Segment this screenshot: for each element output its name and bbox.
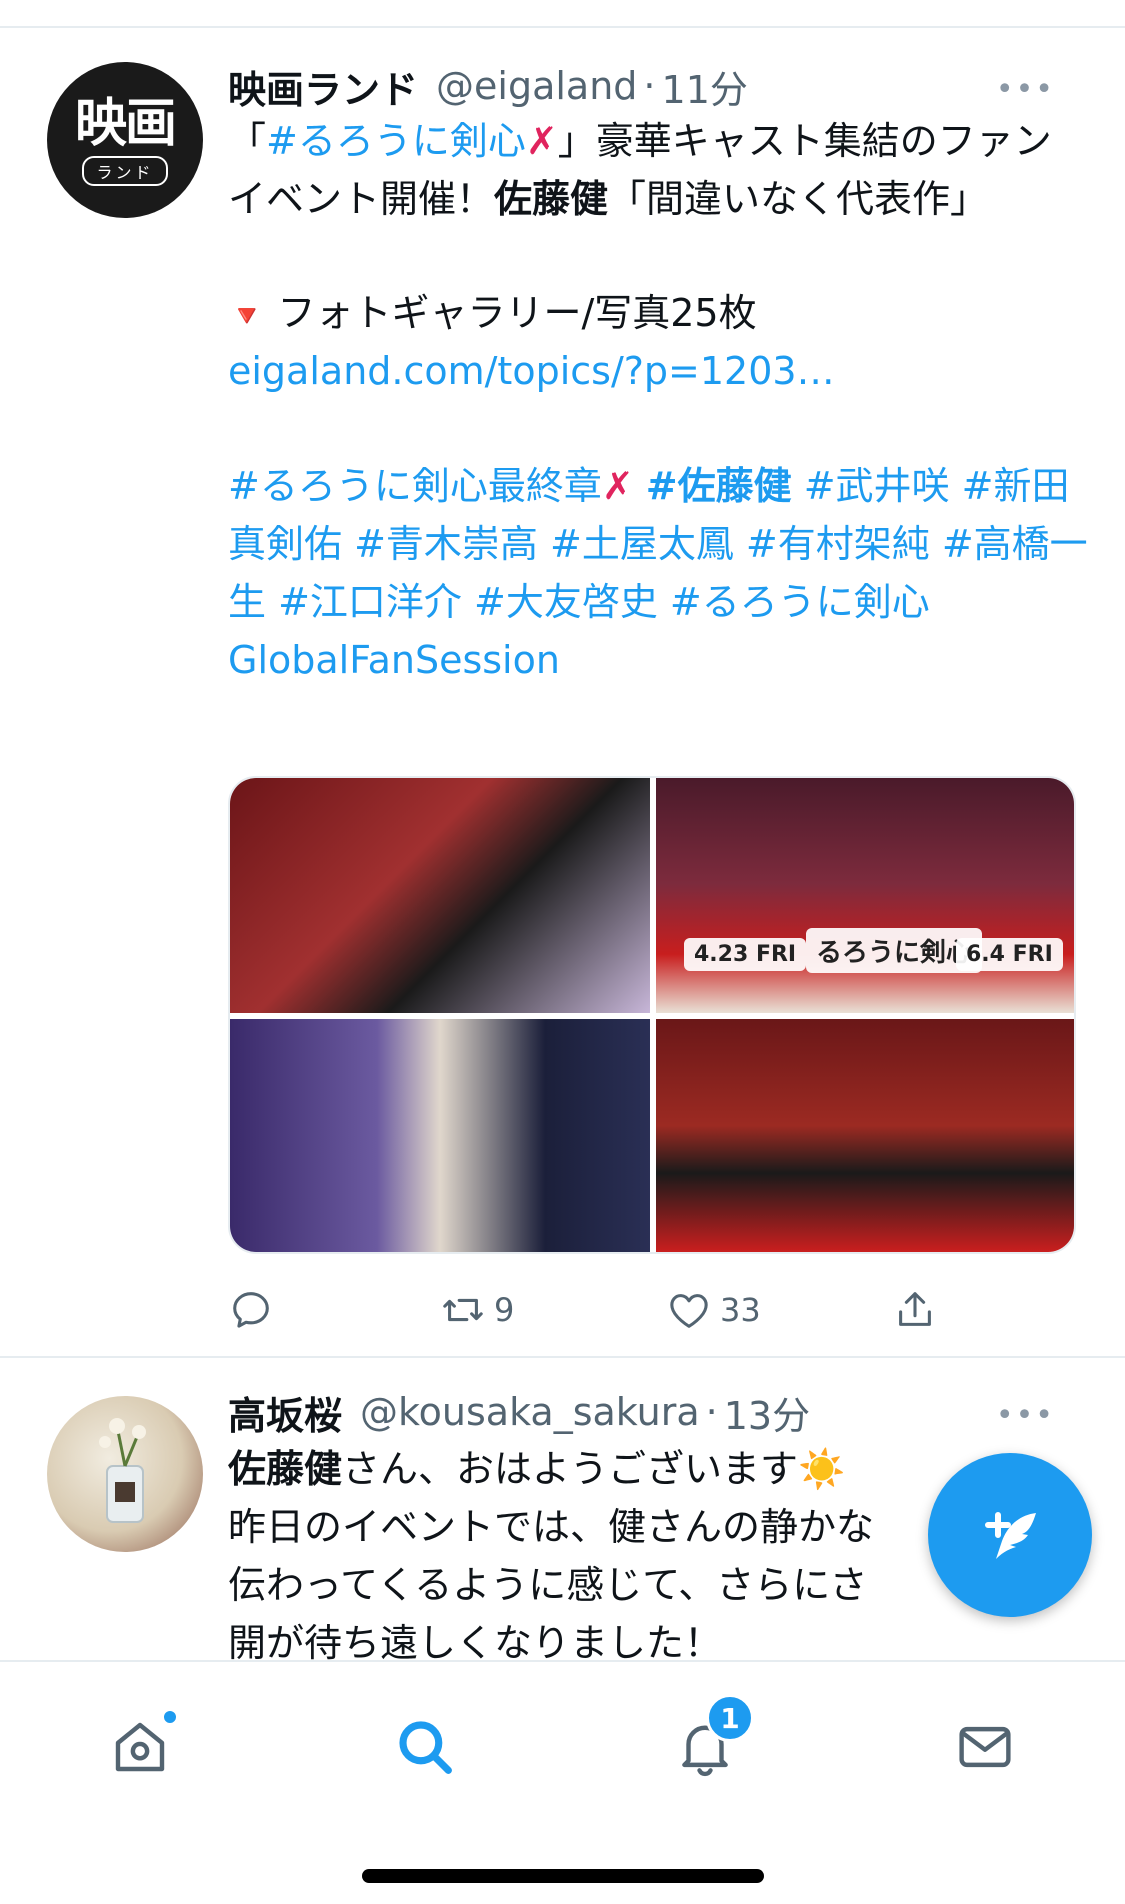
compose-feather-icon bbox=[985, 1512, 1036, 1559]
separator: · bbox=[643, 64, 656, 108]
cross-mark-icon: ✗ bbox=[601, 464, 634, 508]
separator: · bbox=[705, 1390, 718, 1434]
reply-icon bbox=[233, 1292, 269, 1328]
event-card-left: 4.23 FRI bbox=[684, 938, 807, 971]
url-link[interactable]: eigaland.com/topics/?p=1203… bbox=[228, 349, 835, 393]
gallery-text: フォトギャラリー/写真25枚 bbox=[265, 291, 757, 335]
reply-button[interactable] bbox=[228, 1280, 274, 1340]
bold-name: 佐藤健 bbox=[494, 177, 609, 221]
more-options-icon[interactable]: ••• bbox=[996, 72, 1055, 107]
text-segment: さん、おはようございます☀️ bbox=[342, 1447, 846, 1491]
hashtag-block: #るろうに剣心最終章✗ #佐藤健 #武井咲 #新田真剣佑 #青木崇高 #土屋太鳳… bbox=[228, 457, 1088, 689]
avatar-logo-text: 映画 bbox=[74, 94, 177, 154]
home-indicator bbox=[362, 1869, 764, 1883]
author-handle[interactable]: @kousaka_sakura bbox=[360, 1390, 700, 1434]
more-options-icon[interactable]: ••• bbox=[996, 1398, 1055, 1433]
notifications-badge: 1 bbox=[706, 1694, 754, 1742]
like-button[interactable]: 33 bbox=[666, 1280, 761, 1340]
avatar[interactable] bbox=[47, 1396, 203, 1552]
text-segment: 「 bbox=[228, 119, 267, 163]
search-icon bbox=[399, 1721, 452, 1774]
tab-notifications[interactable]: 1 bbox=[660, 1694, 754, 1792]
timestamp[interactable]: 11分 bbox=[662, 59, 748, 114]
retweet-count: 9 bbox=[494, 1291, 515, 1329]
home-icon bbox=[115, 1722, 165, 1772]
event-card-right: 6.4 FRI bbox=[956, 938, 1063, 971]
compose-tweet-button[interactable] bbox=[928, 1453, 1092, 1617]
author-name[interactable]: 高坂桜 bbox=[228, 1385, 342, 1440]
gallery-line: 🔻 フォトギャラリー/写真25枚 bbox=[228, 284, 1088, 346]
retweet-button[interactable]: 9 bbox=[440, 1280, 514, 1340]
photo-actor-waving[interactable] bbox=[230, 778, 650, 1013]
photo-cast-seated[interactable] bbox=[656, 1019, 1074, 1252]
share-button[interactable] bbox=[892, 1280, 938, 1340]
red-triangle-icon: 🔻 bbox=[228, 299, 266, 334]
bottom-tab-bar: 1 bbox=[0, 1660, 1125, 1904]
like-count: 33 bbox=[720, 1291, 761, 1329]
retweet-icon bbox=[443, 1298, 483, 1322]
tweet-text: 「#るろうに剣心✗」豪華キャスト集結のファンイベント開催！佐藤健「間違いなく代表… bbox=[228, 112, 1088, 228]
hashtag-link[interactable]: #佐藤健 bbox=[646, 464, 792, 508]
hashtag-link[interactable]: #るろうに剣心最終章 bbox=[228, 464, 602, 508]
tab-search[interactable] bbox=[380, 1702, 470, 1792]
avatar-logo-subtext: ランド bbox=[82, 156, 168, 186]
url-line: eigaland.com/topics/?p=1203… bbox=[228, 342, 1088, 400]
tweet[interactable]: 映画 ランド 映画ランド @eigaland · 11分 ••• 「#るろうに剣… bbox=[0, 28, 1125, 1358]
cross-mark-icon: ✗ bbox=[525, 119, 558, 163]
tab-messages[interactable] bbox=[940, 1702, 1030, 1792]
text-segment: 「間違いなく代表作」 bbox=[608, 177, 989, 221]
photo-two-actors[interactable] bbox=[230, 1019, 650, 1252]
author-name[interactable]: 映画ランド bbox=[228, 59, 418, 114]
heart-icon bbox=[670, 1294, 708, 1328]
new-content-dot bbox=[161, 1708, 179, 1726]
bold-name: 佐藤健 bbox=[228, 1447, 343, 1491]
timestamp[interactable]: 13分 bbox=[724, 1385, 810, 1440]
avatar[interactable]: 映画 ランド bbox=[47, 62, 203, 218]
text-line: 開が待ち遠しくなりました！ bbox=[228, 1621, 723, 1660]
tab-home[interactable] bbox=[95, 1702, 185, 1792]
photo-cast-on-stage[interactable]: 4.23 FRI るろうに剣心 6.4 FRI bbox=[656, 778, 1074, 1013]
media-grid: 4.23 FRI るろうに剣心 6.4 FRI bbox=[228, 776, 1076, 1254]
tweet-actions: 9 33 bbox=[228, 1280, 968, 1340]
envelope-icon bbox=[959, 1726, 1011, 1768]
author-handle[interactable]: @eigaland bbox=[436, 64, 637, 108]
hashtag-link[interactable]: #るろうに剣心 bbox=[266, 119, 526, 163]
tweet-header: 映画ランド @eigaland · 11分 ••• bbox=[228, 58, 1085, 114]
avatar-flower-image bbox=[99, 1418, 146, 1523]
share-icon bbox=[899, 1292, 931, 1326]
tweet-header: 高坂桜 @kousaka_sakura · 13分 ••• bbox=[228, 1384, 1085, 1440]
